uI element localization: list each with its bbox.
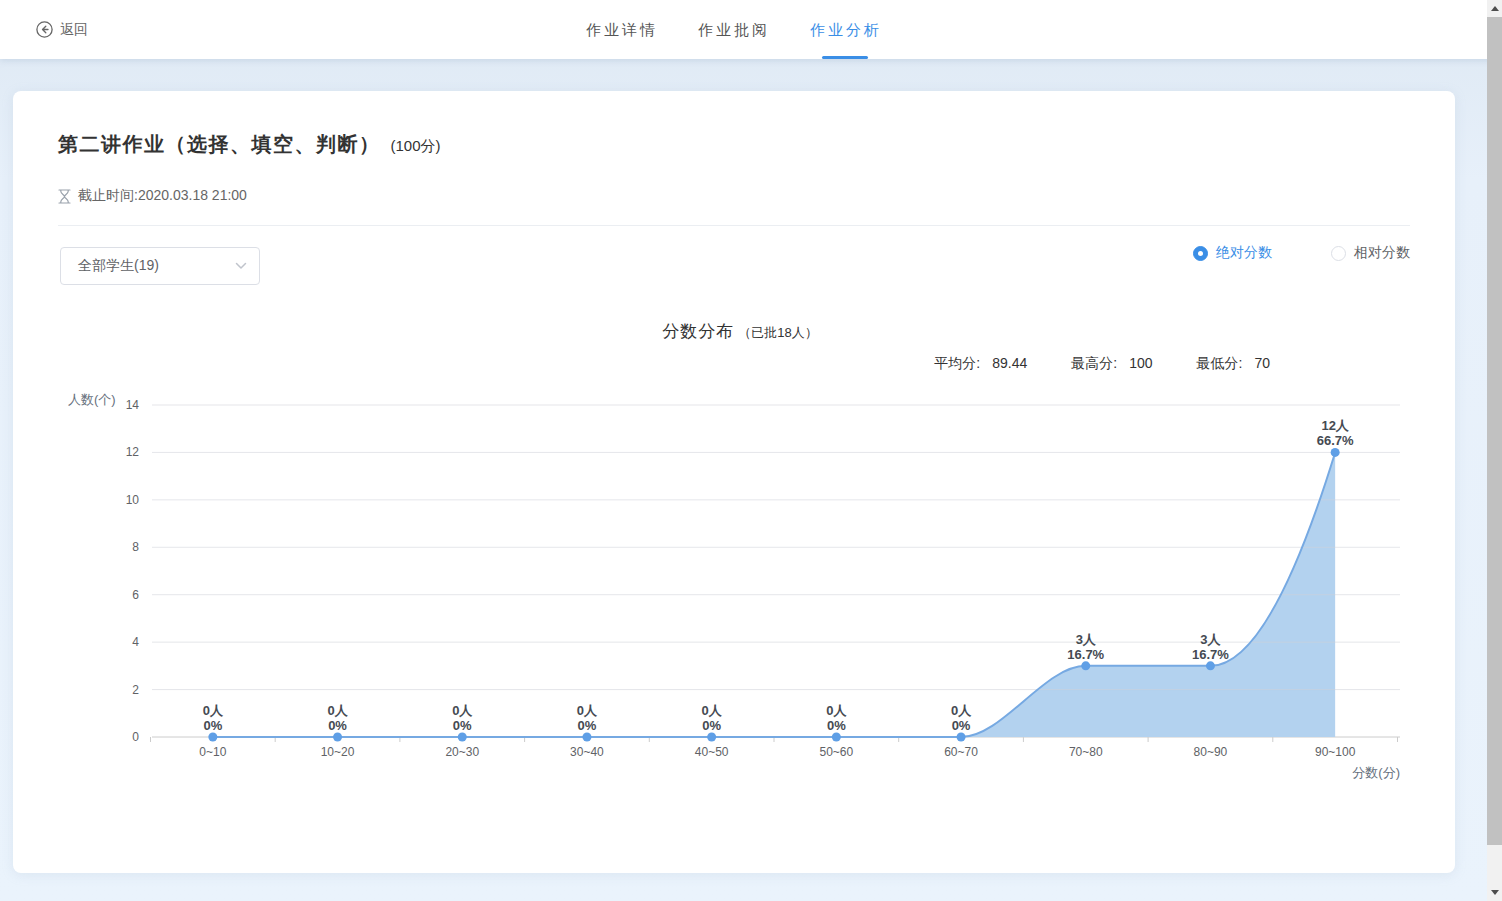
point-count-label: 0人 (327, 703, 348, 718)
tab-homework-analysis[interactable]: 作业分析 (810, 0, 882, 59)
point-percent-label: 16.7% (1067, 647, 1104, 662)
scrollbar-thumb[interactable] (1487, 17, 1502, 845)
scrollbar-down-button[interactable] (1487, 884, 1502, 901)
y-tick-label: 4 (132, 635, 139, 649)
data-point[interactable] (957, 733, 966, 742)
point-count-label: 0人 (702, 703, 723, 718)
tab-homework-detail[interactable]: 作业详情 (586, 0, 658, 59)
x-category-label: 70~80 (1069, 745, 1103, 759)
point-percent-label: 16.7% (1192, 647, 1229, 662)
data-point[interactable] (1081, 661, 1090, 670)
chart-title-row: 分数分布 （已批18人） (13, 320, 1455, 343)
chevron-down-icon (235, 262, 247, 270)
x-category-label: 20~30 (445, 745, 479, 759)
point-percent-label: 0% (952, 718, 971, 733)
x-axis-name: 分数(分) (1352, 765, 1400, 780)
point-count-label: 0人 (577, 703, 598, 718)
deadline-row: 截止时间:2020.03.18 21:00 (58, 187, 247, 205)
y-tick-label: 8 (132, 540, 139, 554)
point-percent-label: 0% (702, 718, 721, 733)
point-count-label: 0人 (826, 703, 847, 718)
min-score: 最低分:70 (1197, 355, 1270, 373)
divider (58, 225, 1410, 226)
student-filter-value: 全部学生(19) (78, 257, 235, 275)
page-scrollbar[interactable] (1487, 0, 1502, 901)
score-stats-row: 平均分:89.44 最高分:100 最低分:70 (934, 355, 1270, 373)
point-count-label: 0人 (951, 703, 972, 718)
data-point[interactable] (1206, 661, 1215, 670)
x-category-label: 0~10 (199, 745, 226, 759)
point-count-label: 3人 (1076, 632, 1097, 647)
y-tick-label: 6 (132, 588, 139, 602)
y-tick-label: 2 (132, 683, 139, 697)
point-percent-label: 0% (328, 718, 347, 733)
data-point[interactable] (458, 733, 467, 742)
scroll-down-icon (1491, 890, 1499, 895)
data-point[interactable] (208, 733, 217, 742)
assignment-title-row: 第二讲作业（选择、填空、判断） (100分) (58, 131, 441, 158)
data-point[interactable] (582, 733, 591, 742)
student-filter-select[interactable]: 全部学生(19) (60, 247, 260, 285)
back-label: 返回 (60, 21, 88, 39)
top-nav-bar: 返回 作业详情 作业批阅 作业分析 (0, 0, 1502, 59)
deadline-text: 截止时间:2020.03.18 21:00 (78, 187, 247, 205)
max-score: 最高分:100 (1071, 355, 1152, 373)
x-category-label: 30~40 (570, 745, 604, 759)
point-percent-label: 0% (203, 718, 222, 733)
radio-selected-icon (1193, 246, 1208, 261)
radio-relative-score[interactable]: 相对分数 (1331, 244, 1410, 262)
point-count-label: 0人 (203, 703, 224, 718)
point-count-label: 0人 (452, 703, 473, 718)
y-tick-label: 0 (132, 730, 139, 744)
tab-bar: 作业详情 作业批阅 作业分析 (566, 0, 902, 59)
point-percent-label: 0% (827, 718, 846, 733)
y-tick-label: 12 (126, 445, 140, 459)
point-count-label: 3人 (1200, 632, 1221, 647)
y-axis-name: 人数(个) (68, 392, 116, 407)
x-category-label: 10~20 (321, 745, 355, 759)
y-tick-label: 10 (126, 493, 140, 507)
point-count-label: 12人 (1321, 418, 1349, 433)
x-category-label: 90~100 (1315, 745, 1356, 759)
chart-subtitle: （已批18人） (738, 324, 817, 342)
data-point[interactable] (707, 733, 716, 742)
x-category-label: 40~50 (695, 745, 729, 759)
scroll-up-icon (1491, 6, 1499, 11)
data-point[interactable] (1331, 448, 1340, 457)
radio-unselected-icon (1331, 246, 1346, 261)
active-tab-underline (822, 56, 868, 59)
assignment-title: 第二讲作业（选择、填空、判断） (58, 131, 381, 158)
point-percent-label: 66.7% (1317, 433, 1354, 448)
point-percent-label: 0% (578, 718, 597, 733)
average-score: 平均分:89.44 (934, 355, 1027, 373)
hourglass-icon (58, 189, 71, 204)
point-percent-label: 0% (453, 718, 472, 733)
assignment-total-score: (100分) (391, 137, 441, 156)
chart-title: 分数分布 (662, 320, 734, 343)
x-category-label: 80~90 (1194, 745, 1228, 759)
x-category-label: 60~70 (944, 745, 978, 759)
scrollbar-up-button[interactable] (1487, 0, 1502, 17)
tab-homework-review[interactable]: 作业批阅 (698, 0, 770, 59)
y-tick-label: 14 (126, 398, 140, 412)
score-mode-radio-group: 绝对分数 相对分数 (1193, 244, 1410, 262)
content-card: 第二讲作业（选择、填空、判断） (100分) 截止时间:2020.03.18 2… (13, 91, 1455, 873)
back-icon (36, 21, 53, 38)
radio-absolute-score[interactable]: 绝对分数 (1193, 244, 1272, 262)
data-point[interactable] (832, 733, 841, 742)
back-button[interactable]: 返回 (36, 0, 88, 59)
score-distribution-chart: 0 2 4 6 8 10 12 14 人数(个) 分数(分) 0~10 10~20 20~30 30~40… (13, 391, 1455, 791)
x-category-label: 50~60 (819, 745, 853, 759)
data-point[interactable] (333, 733, 342, 742)
